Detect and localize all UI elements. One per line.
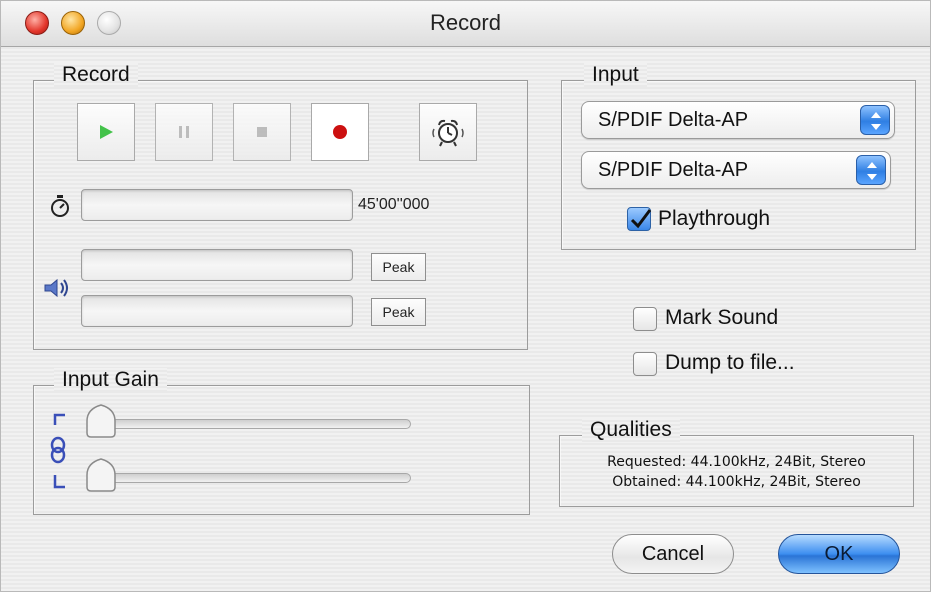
elapsed-time-bar xyxy=(81,189,353,221)
play-icon xyxy=(100,125,113,139)
pause-icon xyxy=(179,126,189,138)
peak-left-button[interactable]: Peak xyxy=(371,253,426,281)
gain-left-track[interactable] xyxy=(91,419,411,429)
qualities-group: Qualities Requested: 44.100kHz, 24Bit, S… xyxy=(559,418,914,507)
popup-arrows-icon xyxy=(856,155,886,185)
qualities-group-label: Qualities xyxy=(582,418,680,442)
play-button[interactable] xyxy=(77,103,135,161)
input-source-value: S/PDIF Delta-AP xyxy=(598,109,749,131)
input-group-label: Input xyxy=(584,63,647,87)
mark-sound-label[interactable]: Mark Sound xyxy=(665,306,778,330)
speaker-icon xyxy=(44,278,68,298)
gain-right-track[interactable] xyxy=(91,473,411,483)
record-group-label: Record xyxy=(54,63,138,87)
record-dialog: Record Record 45'00''000 Peak Peak Input… xyxy=(0,0,931,592)
link-channels-icon[interactable] xyxy=(45,411,71,493)
input-format-popup[interactable]: S/PDIF Delta-AP xyxy=(581,151,891,189)
level-meter-left xyxy=(81,249,353,281)
playthrough-checkbox[interactable] xyxy=(627,207,652,231)
stopwatch-icon xyxy=(51,195,69,217)
elapsed-time-value: 45'00''000 xyxy=(358,196,430,213)
window-title: Record xyxy=(430,10,501,35)
alarm-clock-icon xyxy=(432,119,464,147)
ok-button[interactable]: OK xyxy=(778,534,900,574)
pause-button[interactable] xyxy=(155,103,213,161)
gain-right-thumb[interactable] xyxy=(83,457,119,495)
record-button[interactable] xyxy=(311,103,369,161)
cancel-button[interactable]: Cancel xyxy=(612,534,734,574)
input-gain-group-label: Input Gain xyxy=(54,368,167,392)
checkmark-icon xyxy=(630,209,652,229)
dump-to-file-label[interactable]: Dump to file... xyxy=(665,351,795,375)
dump-to-file-checkbox[interactable] xyxy=(633,352,657,376)
requested-quality: Requested: 44.100kHz, 24Bit, Stereo xyxy=(607,454,866,470)
title-bar: Record xyxy=(1,1,930,47)
peak-right-button[interactable]: Peak xyxy=(371,298,426,326)
stop-icon xyxy=(257,127,267,137)
mark-sound-checkbox[interactable] xyxy=(633,307,657,331)
gain-left-thumb[interactable] xyxy=(83,403,119,441)
playthrough-label[interactable]: Playthrough xyxy=(658,207,770,231)
input-format-value: S/PDIF Delta-AP xyxy=(598,159,749,181)
record-icon xyxy=(333,125,347,139)
alarm-button[interactable] xyxy=(419,103,477,161)
popup-arrows-icon xyxy=(860,105,890,135)
level-meter-right xyxy=(81,295,353,327)
obtained-quality: Obtained: 44.100kHz, 24Bit, Stereo xyxy=(612,474,861,490)
stop-button[interactable] xyxy=(233,103,291,161)
input-source-popup[interactable]: S/PDIF Delta-AP xyxy=(581,101,895,139)
